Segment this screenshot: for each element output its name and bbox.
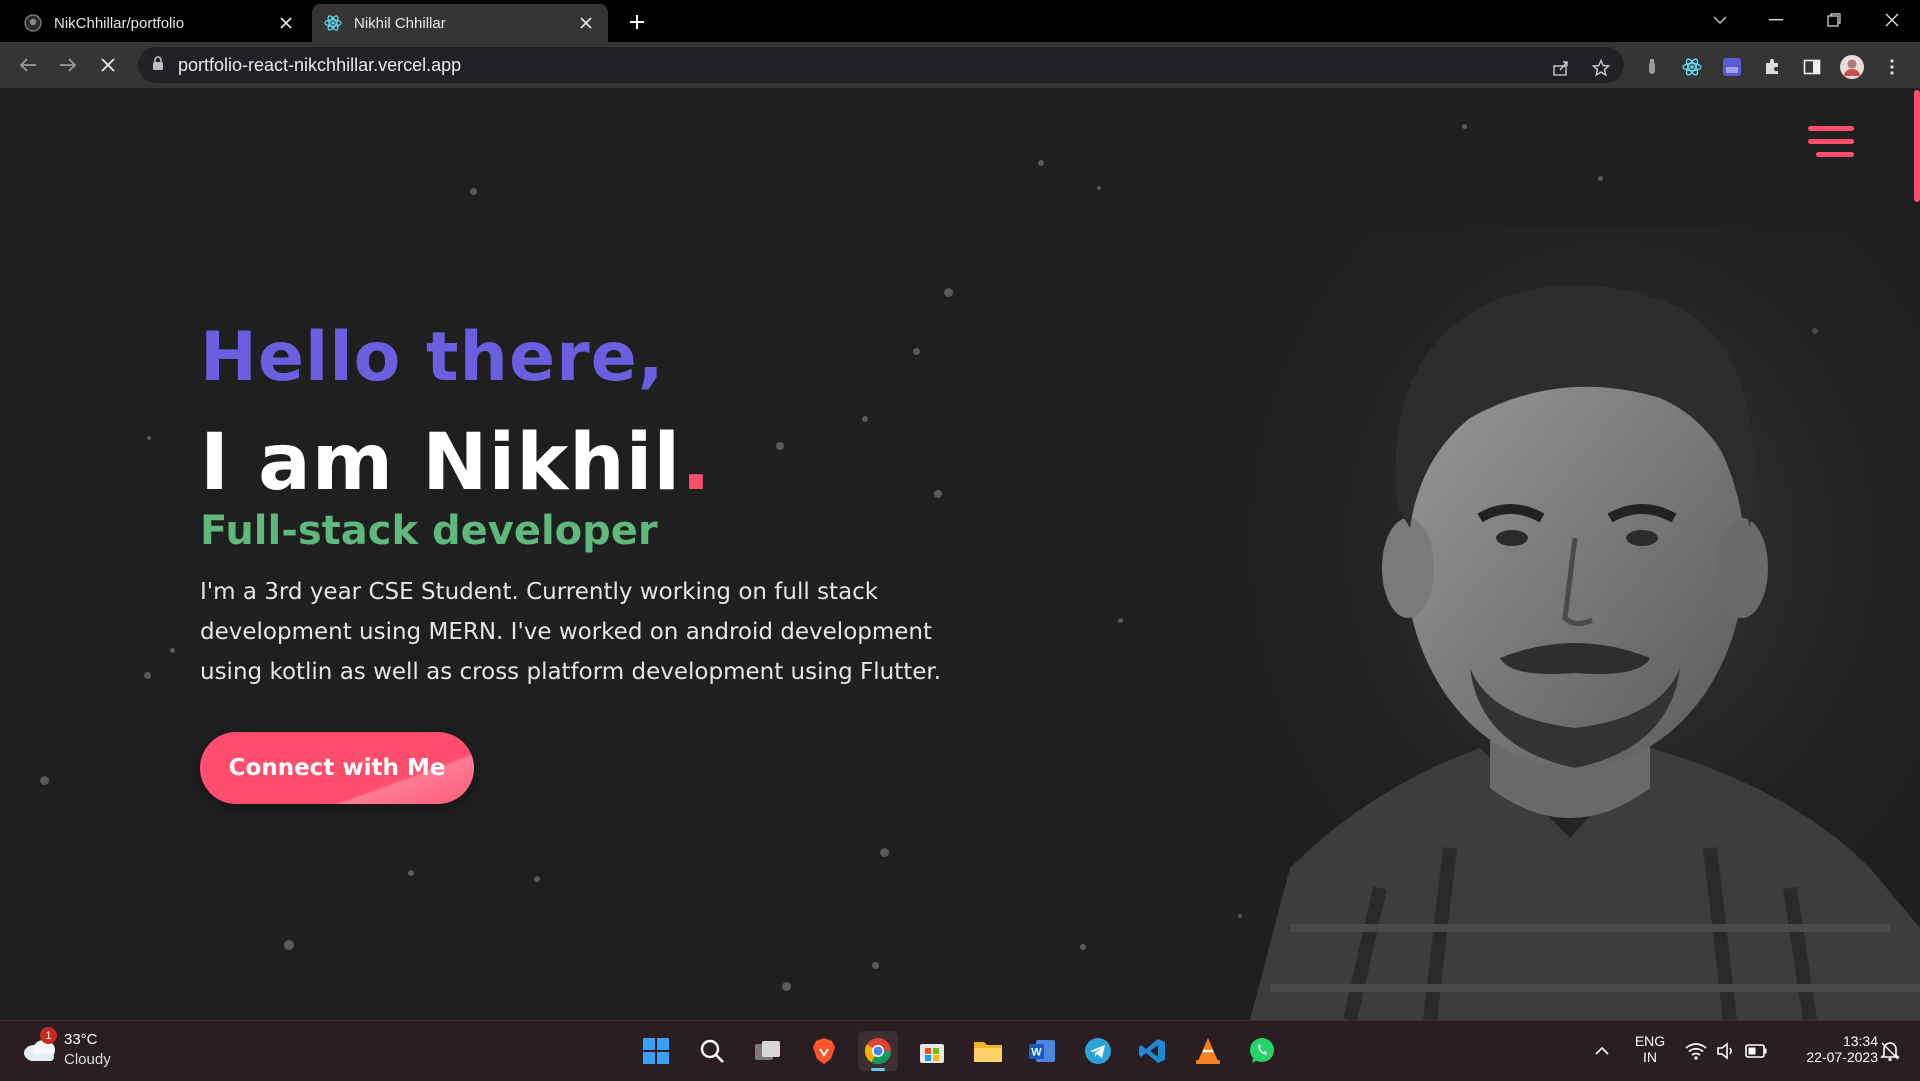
portfolio-page: Hello there, I am Nikhil. Full-stack dev… — [0, 88, 1920, 1020]
particle-dot — [934, 490, 942, 498]
particle-dot — [170, 648, 175, 653]
browser-tab-bar: NikChhillar/portfolio Nikhil Chhillar — [0, 0, 1920, 42]
address-bar[interactable]: portfolio-react-nikchhillar.vercel.app — [138, 47, 1624, 83]
more-menu-icon[interactable] — [1877, 52, 1907, 82]
particle-dot — [1598, 176, 1603, 181]
telegram-icon[interactable] — [1078, 1031, 1118, 1071]
particle-dot — [147, 436, 151, 440]
particle-dot — [776, 442, 784, 450]
file-explorer-icon[interactable] — [968, 1031, 1008, 1071]
particle-dot — [913, 348, 920, 355]
hero-name: I am Nikhil. — [200, 418, 712, 508]
react-devtools-icon[interactable] — [1677, 52, 1707, 82]
hero-bio: I'm a 3rd year CSE Student. Currently wo… — [200, 579, 942, 685]
particle-dot — [880, 848, 889, 857]
search-icon[interactable] — [692, 1031, 732, 1071]
side-panel-icon[interactable] — [1797, 52, 1827, 82]
new-tab-button[interactable] — [624, 9, 650, 35]
particle-dot — [1080, 944, 1086, 950]
particle-dot — [470, 188, 477, 195]
hero-name-dot: . — [681, 418, 712, 508]
close-window-button[interactable] — [1872, 6, 1912, 34]
language-indicator[interactable]: ENG IN — [1628, 1033, 1672, 1065]
hero-role: Full-stack developer — [200, 508, 658, 554]
profile-portrait-image — [1230, 228, 1920, 1020]
close-icon[interactable] — [576, 13, 596, 33]
particle-dot — [782, 982, 791, 991]
share-icon[interactable] — [1546, 53, 1576, 83]
particle-dot — [1097, 186, 1101, 190]
tab-github-repo[interactable]: NikChhillar/portfolio — [12, 4, 308, 42]
chrome-browser-icon[interactable] — [858, 1031, 898, 1071]
tab-search-chevron-icon[interactable] — [1700, 6, 1740, 34]
minimize-button[interactable] — [1756, 6, 1796, 34]
scroll-progress-bar[interactable] — [1914, 90, 1920, 202]
particle-dot — [1118, 618, 1123, 623]
forward-arrow-icon[interactable] — [54, 51, 82, 79]
restore-button[interactable] — [1814, 6, 1854, 34]
particle-dot — [40, 776, 49, 785]
particle-dot — [534, 876, 540, 882]
vlc-icon[interactable] — [1188, 1031, 1228, 1071]
tab-title: Nikhil Chhillar — [354, 14, 446, 32]
chevron-up-icon[interactable] — [1582, 1031, 1622, 1071]
hamburger-menu-icon[interactable] — [1808, 126, 1854, 160]
clock-date: 22-07-2023 — [1806, 1049, 1878, 1065]
lock-icon — [152, 55, 164, 75]
microsoft-store-icon[interactable] — [912, 1031, 952, 1071]
puzzle-extensions-icon[interactable] — [1757, 52, 1787, 82]
url-text: portfolio-react-nikchhillar.vercel.app — [178, 54, 462, 75]
back-arrow-icon[interactable] — [14, 51, 42, 79]
weather-widget[interactable]: 1 33°C Cloudy — [22, 1027, 132, 1073]
extension-app-icon[interactable] — [1717, 52, 1747, 82]
particle-dot — [284, 940, 294, 950]
region-code: IN — [1643, 1049, 1657, 1065]
particle-dot — [1038, 160, 1044, 166]
particle-dot — [144, 672, 151, 679]
particle-dot — [872, 962, 879, 969]
github-icon — [24, 14, 42, 32]
weather-notification-badge: 1 — [40, 1027, 57, 1044]
hero-greeting: Hello there, — [200, 318, 665, 397]
particle-dot — [408, 870, 414, 876]
particle-dot — [1462, 124, 1467, 129]
clock[interactable]: 13:34 22-07-2023 — [1782, 1033, 1878, 1065]
stop-loading-icon[interactable] — [94, 51, 122, 79]
windows-start-icon[interactable] — [636, 1031, 676, 1071]
windows-taskbar: 1 33°C Cloudy W ENG IN 13:34 22-07-2023 — [0, 1020, 1920, 1081]
particle-dot — [944, 288, 953, 297]
browser-toolbar: portfolio-react-nikchhillar.vercel.app — [0, 42, 1920, 88]
notification-bell-icon[interactable] — [1870, 1031, 1910, 1071]
connect-with-me-button[interactable]: Connect with Me — [200, 732, 474, 804]
svg-text:W: W — [1031, 1047, 1042, 1059]
react-icon — [324, 14, 342, 32]
bookmark-star-icon[interactable] — [1586, 53, 1616, 83]
weather-temperature: 33°C — [64, 1031, 98, 1048]
language-code: ENG — [1634, 1033, 1666, 1049]
extension-dropper-icon[interactable] — [1637, 52, 1667, 82]
close-icon[interactable] — [276, 13, 296, 33]
battery-icon[interactable] — [1736, 1031, 1776, 1071]
task-view-icon[interactable] — [748, 1031, 788, 1071]
profile-avatar[interactable] — [1837, 52, 1867, 82]
clock-time: 13:34 — [1842, 1033, 1878, 1049]
tab-title: NikChhillar/portfolio — [54, 14, 185, 32]
weather-condition: Cloudy — [64, 1051, 111, 1068]
particle-dot — [862, 416, 868, 422]
whatsapp-icon[interactable] — [1242, 1031, 1282, 1071]
hero-name-text: I am Nikhil — [200, 418, 682, 508]
word-icon[interactable]: W — [1022, 1031, 1062, 1071]
vscode-icon[interactable] — [1132, 1031, 1172, 1071]
brave-browser-icon[interactable] — [804, 1031, 844, 1071]
tab-portfolio[interactable]: Nikhil Chhillar — [312, 4, 608, 42]
